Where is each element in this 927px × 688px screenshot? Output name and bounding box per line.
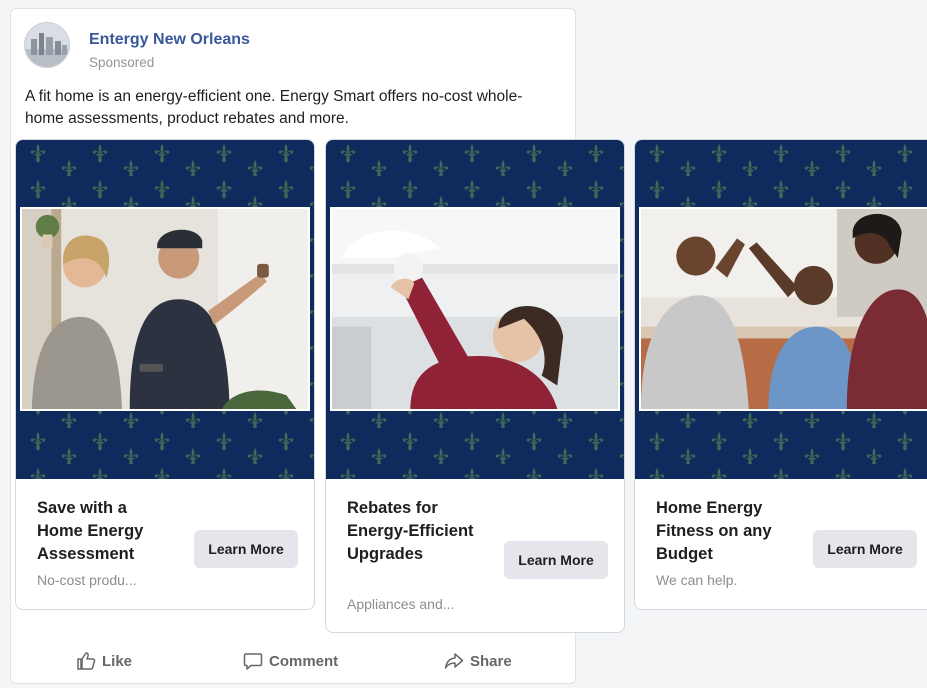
share-button[interactable]: Share	[444, 644, 512, 678]
comment-button[interactable]: Comment	[243, 644, 338, 678]
thumbs-up-icon	[77, 652, 96, 670]
card-image[interactable]	[330, 207, 620, 411]
carousel-card-2[interactable]: Rebates for Energy-Efficient Upgrades Ap…	[325, 139, 625, 633]
page-name-link[interactable]: Entergy New Orleans	[89, 31, 250, 49]
card-headline: Rebates for Energy-Efficient Upgrades	[347, 499, 474, 563]
carousel-card-3[interactable]: Home Energy Fitness on any Budget We can…	[634, 139, 927, 610]
post-action-bar: Like Comment Share	[10, 644, 576, 678]
learn-more-button[interactable]: Learn More	[504, 541, 608, 579]
sponsored-label: Sponsored	[89, 55, 155, 70]
learn-more-button[interactable]: Learn More	[813, 530, 917, 568]
city-skyline-icon	[25, 23, 69, 67]
family-high-five-photo	[641, 209, 927, 409]
card-description: We can help.	[656, 572, 738, 588]
share-arrow-icon	[444, 653, 464, 669]
page-avatar[interactable]	[24, 22, 70, 68]
carousel-card-1[interactable]: Save with a Home Energy Assessment No-co…	[15, 139, 315, 610]
card-headline: Save with a Home Energy Assessment	[37, 499, 144, 563]
like-label: Like	[102, 652, 133, 670]
like-button[interactable]: Like	[76, 644, 132, 678]
card-description: Appliances and...	[347, 596, 455, 612]
light-bulb-photo	[332, 209, 618, 409]
energy-assessment-photo	[22, 209, 308, 409]
card-description: No-cost produ...	[37, 572, 137, 588]
comment-bubble-icon	[243, 653, 263, 670]
comment-label: Comment	[269, 652, 339, 670]
share-label: Share	[470, 652, 512, 670]
learn-more-button[interactable]: Learn More	[194, 530, 298, 568]
card-image[interactable]	[639, 207, 927, 411]
card-image[interactable]	[20, 207, 310, 411]
post-caption: A fit home is an energy-efficient one. E…	[25, 88, 523, 127]
card-headline: Home Energy Fitness on any Budget	[656, 499, 772, 563]
